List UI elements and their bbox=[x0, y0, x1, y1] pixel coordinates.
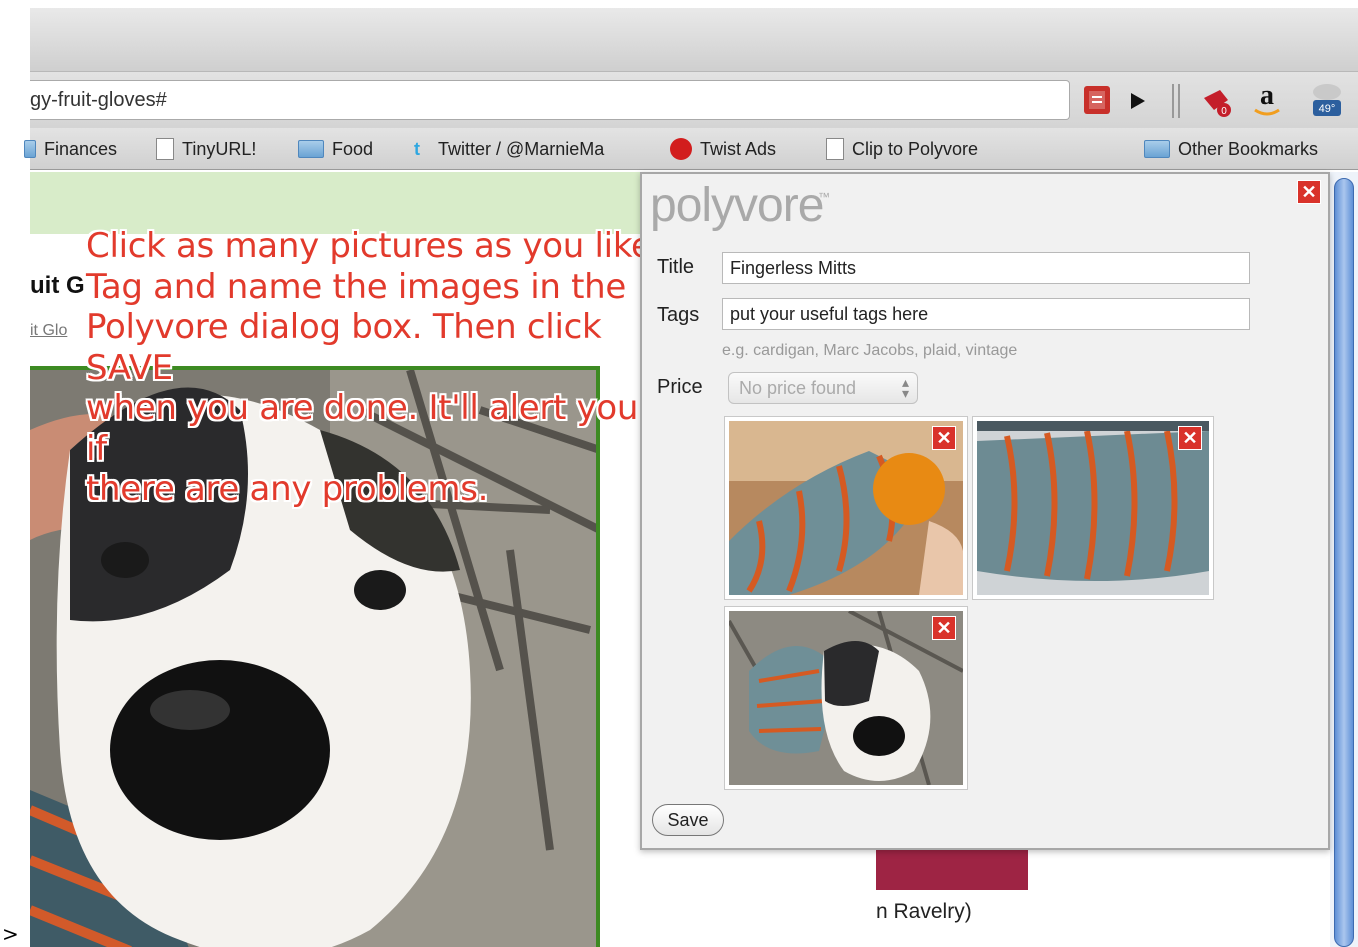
weather-temp: 49° bbox=[1319, 103, 1336, 115]
page-header-band bbox=[30, 172, 642, 234]
bookmark-tinyurl[interactable]: TinyURL! bbox=[156, 136, 256, 162]
dialog-close-icon[interactable]: ✕ bbox=[1297, 180, 1321, 204]
tags-label: Tags bbox=[657, 304, 700, 326]
folder-icon bbox=[298, 140, 324, 158]
twitter-icon: t bbox=[414, 139, 420, 159]
address-bar[interactable]: gy-fruit-gloves# bbox=[30, 80, 1070, 120]
page-subheading-link[interactable]: it Glo bbox=[30, 322, 67, 340]
amazon-glyph: a bbox=[1260, 80, 1274, 111]
folder-icon bbox=[1144, 140, 1170, 158]
remove-image-icon[interactable]: ✕ bbox=[932, 616, 956, 640]
bookmark-label: Twist Ads bbox=[700, 138, 777, 159]
bookmark-label: TinyURL! bbox=[182, 138, 257, 159]
bookmark-other-bookmarks[interactable]: Other Bookmarks bbox=[1144, 136, 1318, 162]
bookmark-label: Other Bookmarks bbox=[1178, 138, 1319, 159]
remove-image-icon[interactable]: ✕ bbox=[932, 426, 956, 450]
page-icon bbox=[156, 138, 174, 160]
window-titlebar bbox=[30, 8, 1358, 72]
page-ravelry-text: n Ravelry) bbox=[876, 900, 972, 923]
play-icon[interactable] bbox=[1126, 90, 1148, 112]
bookmark-label: Twitter / @MarnieMa bbox=[438, 138, 605, 159]
page-scrollbar-thumb[interactable] bbox=[1334, 178, 1354, 947]
title-label: Title bbox=[657, 256, 695, 278]
bookmark-label: Clip to Polyvore bbox=[852, 138, 979, 159]
stray-character: > bbox=[2, 922, 19, 946]
screenshot-root: > gy-fruit-gloves# 0 a 49° Finances Tiny… bbox=[0, 0, 1358, 947]
bookmark-finances[interactable]: Finances bbox=[24, 136, 117, 162]
bookmark-twitter[interactable]: t Twitter / @MarnieMa bbox=[414, 136, 642, 162]
title-field[interactable] bbox=[722, 252, 1250, 284]
weather-icon[interactable]: 49° bbox=[1305, 82, 1349, 120]
polyvore-logo: polyvore bbox=[650, 179, 824, 232]
clip-icon[interactable]: 0 bbox=[1198, 84, 1238, 120]
tags-field[interactable] bbox=[722, 298, 1250, 330]
page-heading: uit G bbox=[30, 272, 85, 299]
bookmark-twist-ads[interactable]: Twist Ads bbox=[670, 136, 776, 162]
address-bar-text: gy-fruit-gloves# bbox=[30, 89, 167, 111]
page-banner-block bbox=[876, 848, 1028, 890]
price-label: Price bbox=[657, 376, 703, 398]
folder-icon bbox=[24, 140, 36, 158]
bookmark-food[interactable]: Food bbox=[298, 136, 373, 162]
toolbar-separator bbox=[1172, 84, 1180, 118]
price-select-value: No price found bbox=[739, 378, 857, 398]
bookmark-clip-to-polyvore[interactable]: Clip to Polyvore bbox=[826, 136, 978, 162]
save-button[interactable]: Save bbox=[652, 804, 724, 836]
tags-hint: e.g. cardigan, Marc Jacobs, plaid, vinta… bbox=[722, 342, 1018, 359]
select-arrows-icon: ▴ ▾ bbox=[901, 374, 909, 401]
instruction-annotation: Click as many pictures as you like Tag a… bbox=[86, 226, 652, 509]
bookmark-label: Finances bbox=[44, 138, 118, 159]
bookmark-label: Food bbox=[332, 138, 374, 159]
polyvore-logo-trademark: ™ bbox=[818, 190, 830, 204]
remove-image-icon[interactable]: ✕ bbox=[1178, 426, 1202, 450]
page-icon bbox=[826, 138, 844, 160]
amazon-icon[interactable]: a bbox=[1250, 80, 1284, 120]
twist-icon bbox=[670, 138, 692, 160]
svg-text:0: 0 bbox=[1221, 106, 1227, 117]
pdf-icon[interactable] bbox=[1084, 86, 1110, 114]
price-select[interactable]: No price found ▴ ▾ bbox=[728, 372, 918, 404]
